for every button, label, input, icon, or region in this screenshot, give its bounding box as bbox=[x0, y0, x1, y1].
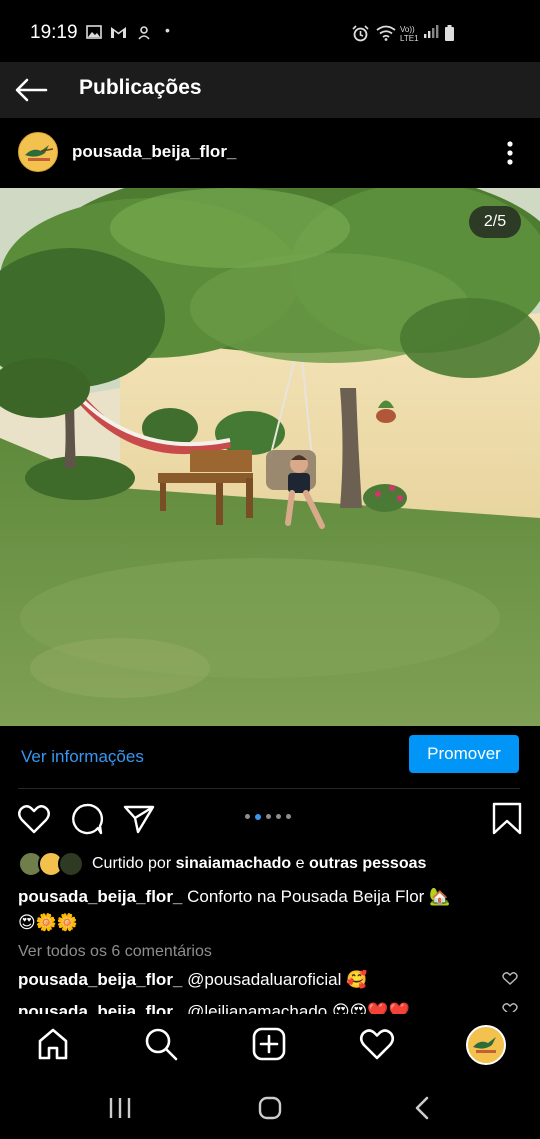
comment-like-heart-icon[interactable] bbox=[502, 1002, 518, 1012]
post-header: pousada_beija_flor_ bbox=[0, 118, 540, 188]
carousel-indicator bbox=[245, 813, 291, 820]
comment-like-heart-icon[interactable] bbox=[502, 971, 518, 985]
battery-icon bbox=[445, 25, 454, 41]
avatar bbox=[58, 851, 84, 877]
notification-dot-icon: • bbox=[165, 22, 170, 38]
carousel-dot bbox=[276, 814, 281, 819]
status-time: 19:19 bbox=[30, 22, 78, 43]
status-bar: 19:19 • Vo)) LTE1 bbox=[0, 0, 540, 62]
alarm-icon bbox=[352, 25, 369, 42]
comment-username[interactable]: pousada_beija_flor_ bbox=[18, 970, 182, 989]
caption-emojis: 😍🌼🌼 bbox=[18, 913, 79, 932]
like-heart-icon[interactable] bbox=[17, 802, 51, 836]
image-icon bbox=[86, 25, 102, 39]
more-options-icon[interactable] bbox=[502, 140, 518, 166]
add-post-icon[interactable] bbox=[251, 1026, 287, 1062]
bottom-navigation bbox=[0, 1014, 540, 1076]
share-send-icon[interactable] bbox=[122, 802, 156, 836]
view-all-comments-link[interactable]: Ver todos os 6 comentários bbox=[18, 943, 212, 961]
likes-row[interactable]: Curtido por sinaiamachado e outras pesso… bbox=[18, 850, 522, 878]
likes-joiner: e bbox=[291, 855, 309, 872]
signal-icon bbox=[424, 25, 439, 38]
image-counter-badge: 2/5 bbox=[469, 206, 521, 238]
home-button-icon[interactable] bbox=[257, 1095, 283, 1121]
system-navigation bbox=[0, 1076, 540, 1139]
avatar[interactable] bbox=[18, 132, 58, 172]
back-button-icon[interactable] bbox=[412, 1096, 432, 1120]
bookmark-icon[interactable] bbox=[490, 802, 524, 836]
chat-icon bbox=[138, 26, 150, 40]
profile-avatar[interactable] bbox=[466, 1025, 506, 1065]
home-icon[interactable] bbox=[35, 1026, 71, 1062]
gmail-icon bbox=[111, 27, 126, 38]
caption-text: Conforto na Pousada Beija Flor 🏡 bbox=[182, 887, 451, 906]
comment-text: @leilianamachado 😍😍❤️❤️ bbox=[182, 1002, 410, 1014]
carousel-dot-active bbox=[255, 813, 261, 820]
insights-strip: Ver informações Promover bbox=[0, 726, 540, 788]
post-image[interactable] bbox=[0, 188, 540, 726]
search-icon[interactable] bbox=[143, 1026, 179, 1062]
arrow-left-icon[interactable] bbox=[14, 72, 50, 108]
comment-username[interactable]: pousada_beija_flor_ bbox=[18, 1002, 182, 1014]
carousel-dot bbox=[266, 814, 271, 819]
likes-text: Curtido por sinaiamachado e outras pesso… bbox=[92, 855, 426, 873]
post-username[interactable]: pousada_beija_flor_ bbox=[72, 142, 236, 162]
post-caption: pousada_beija_flor_ Conforto na Pousada … bbox=[18, 884, 518, 936]
caption-username[interactable]: pousada_beija_flor_ bbox=[18, 887, 182, 906]
wifi-icon bbox=[376, 25, 396, 41]
recent-apps-icon[interactable] bbox=[108, 1096, 132, 1120]
page-title: Publicações bbox=[79, 76, 202, 99]
liker-username[interactable]: sinaiamachado bbox=[176, 855, 292, 872]
carousel-dot bbox=[245, 814, 250, 819]
comment-row: pousada_beija_flor_ @leilianamachado 😍😍❤… bbox=[18, 1002, 498, 1014]
hummingbird-logo-icon bbox=[468, 1027, 504, 1063]
liker-avatars bbox=[18, 850, 86, 878]
comment-row: pousada_beija_flor_ @pousadaluaroficial … bbox=[18, 970, 498, 990]
comment-icon[interactable] bbox=[70, 802, 104, 836]
activity-heart-icon[interactable] bbox=[359, 1026, 395, 1062]
carousel-dot bbox=[286, 814, 291, 819]
app-header: Publicações bbox=[0, 62, 540, 118]
likes-prefix: Curtido por bbox=[92, 855, 176, 872]
hummingbird-logo-icon bbox=[19, 133, 57, 171]
likes-others[interactable]: outras pessoas bbox=[309, 855, 426, 872]
view-insights-link[interactable]: Ver informações bbox=[21, 747, 144, 767]
volte-icon: Vo)) LTE1 bbox=[400, 25, 419, 43]
garden-photo bbox=[0, 188, 540, 726]
promote-button[interactable]: Promover bbox=[409, 735, 519, 773]
divider bbox=[18, 788, 520, 789]
comment-text: @pousadaluaroficial 🥰 bbox=[182, 970, 368, 989]
post-actions bbox=[0, 798, 540, 842]
